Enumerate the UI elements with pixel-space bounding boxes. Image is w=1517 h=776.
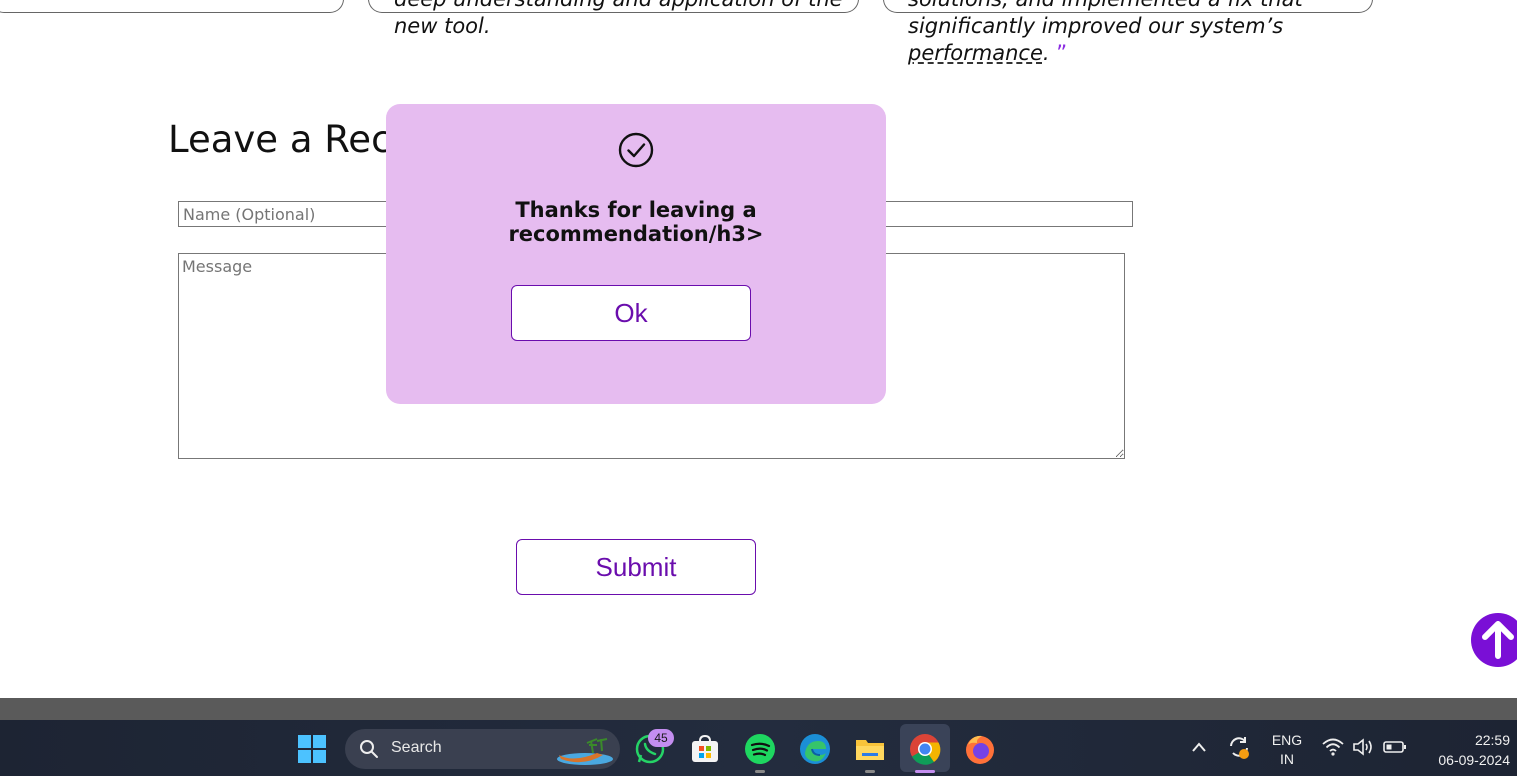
testimonial-end: . — [1042, 41, 1057, 65]
clock[interactable]: 22:59 06-09-2024 — [1418, 730, 1510, 770]
explorer-running-indicator — [865, 770, 875, 773]
scroll-to-top-button[interactable] — [1471, 613, 1517, 667]
testimonial-line: solutions, and implemented a fix that — [908, 0, 1303, 13]
search-icon — [360, 740, 378, 758]
testimonial-line: significantly improved our system’s — [908, 14, 1284, 38]
search-highlight-icon — [557, 738, 613, 765]
language-indicator[interactable]: ENG IN — [1266, 731, 1308, 769]
chrome-active-indicator — [915, 770, 935, 773]
close-quote-icon: ” — [1056, 41, 1068, 65]
testimonial-text-right: solutions, and implemented a fix that si… — [908, 0, 1303, 67]
testimonial-line: new tool. — [394, 14, 491, 38]
clock-time: 22:59 — [1474, 732, 1510, 748]
sync-icon[interactable] — [1226, 734, 1252, 760]
submit-button[interactable]: Submit — [516, 539, 756, 595]
testimonial-word: performance — [908, 41, 1043, 65]
windows-start-icon[interactable] — [297, 734, 327, 764]
chevron-up-icon[interactable] — [1190, 740, 1208, 754]
success-modal: Thanks for leaving a recommendation/h3> … — [386, 104, 886, 404]
microsoft-store-icon[interactable] — [689, 733, 721, 765]
region-code: IN — [1280, 751, 1294, 767]
ok-button[interactable]: Ok — [511, 285, 751, 341]
testimonial-text-middle: deep understanding and application of th… — [394, 0, 843, 40]
testimonial-line: deep understanding and application of th… — [394, 0, 843, 13]
file-explorer-icon[interactable] — [854, 733, 886, 765]
clock-date: 06-09-2024 — [1438, 752, 1510, 768]
testimonial-line: performance. ” — [908, 40, 1303, 67]
check-circle-icon — [618, 132, 654, 168]
taskbar: Search 45 ENG IN 22:59 06-09-2024 — [0, 720, 1517, 776]
firefox-icon[interactable] — [964, 733, 996, 765]
battery-icon[interactable] — [1383, 740, 1407, 754]
taskbar-search[interactable]: Search — [345, 729, 620, 769]
whatsapp-badge: 45 — [648, 729, 674, 747]
chrome-icon[interactable] — [909, 733, 941, 765]
testimonial-card-left — [0, 0, 344, 13]
wifi-icon[interactable] — [1322, 738, 1344, 756]
modal-message: Thanks for leaving a recommendation/h3> — [508, 198, 764, 246]
spotify-running-indicator — [755, 770, 765, 773]
edge-icon[interactable] — [799, 733, 831, 765]
arrow-up-icon — [1482, 621, 1514, 659]
language-code: ENG — [1271, 732, 1303, 748]
page-bottom-strip — [0, 698, 1517, 720]
volume-icon[interactable] — [1352, 737, 1376, 757]
search-label: Search — [391, 739, 442, 756]
spotify-icon[interactable] — [744, 733, 776, 765]
